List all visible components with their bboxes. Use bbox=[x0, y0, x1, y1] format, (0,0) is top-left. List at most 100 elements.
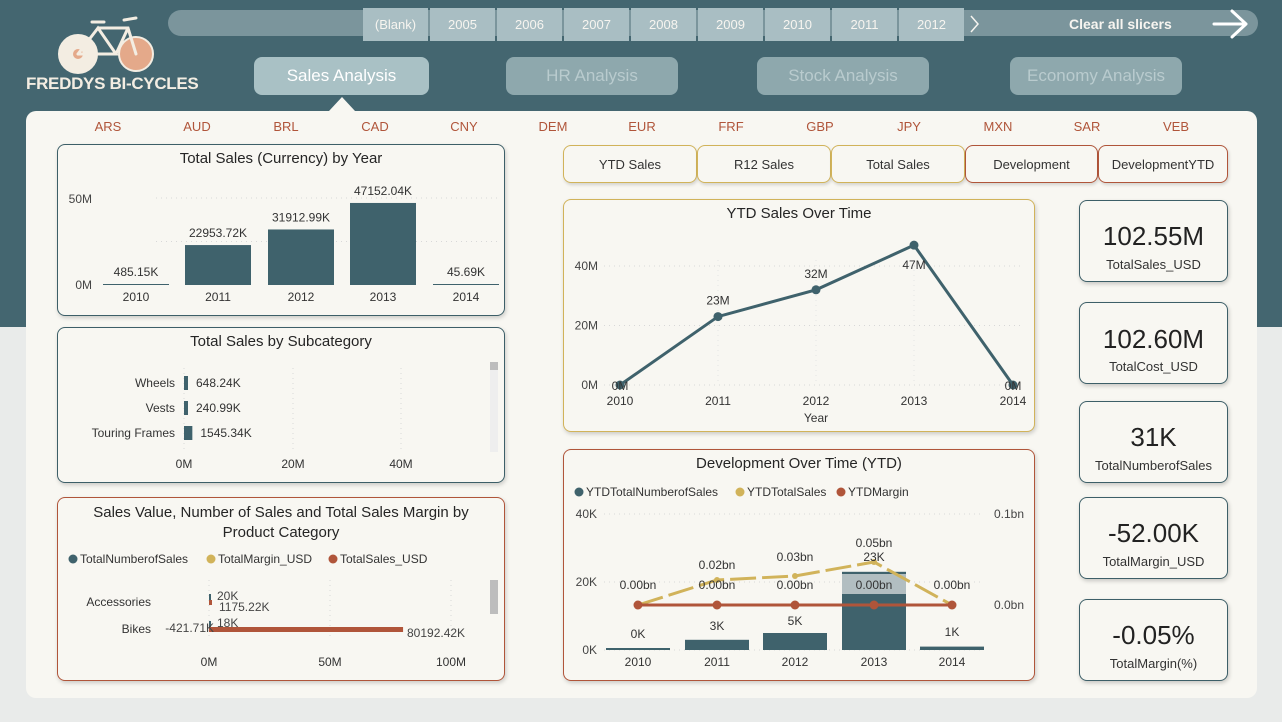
currency-ars[interactable]: ARS bbox=[88, 119, 128, 134]
kpi-label: TotalMargin_USD bbox=[1102, 554, 1205, 569]
bicycle-icon bbox=[58, 16, 154, 74]
legend-marker bbox=[574, 487, 584, 497]
category-label: Vests bbox=[146, 401, 175, 415]
scrollbar-thumb[interactable] bbox=[490, 362, 498, 370]
legend-marker bbox=[735, 487, 745, 497]
bar bbox=[920, 646, 984, 650]
currency-dem[interactable]: DEM bbox=[533, 119, 573, 134]
year-slicer-2010[interactable]: 2010 bbox=[765, 8, 830, 41]
kpi-value: -0.05% bbox=[1112, 620, 1195, 650]
scrollbar-track[interactable] bbox=[490, 362, 498, 452]
development-button[interactable]: Development bbox=[965, 145, 1098, 183]
tab-economy-analysis[interactable]: Economy Analysis bbox=[1010, 57, 1182, 95]
year-slicer-2006[interactable]: 2006 bbox=[497, 8, 562, 41]
x-tick-label: 20M bbox=[281, 457, 304, 471]
x-tick-label: 2013 bbox=[861, 655, 888, 669]
x-tick-label: 2013 bbox=[370, 290, 397, 304]
data-label: 1175.22K bbox=[219, 600, 270, 614]
data-label: 0.00bn bbox=[620, 578, 657, 592]
x-tick-label: 2012 bbox=[803, 394, 830, 408]
scrollbar-thumb[interactable] bbox=[490, 580, 498, 614]
legend-marker bbox=[328, 554, 338, 564]
ytd-sales-button[interactable]: YTD Sales bbox=[563, 145, 697, 183]
year-slicer-blank[interactable]: (Blank) bbox=[363, 8, 428, 41]
year-slicer-2009[interactable]: 2009 bbox=[698, 8, 763, 41]
data-label: 0.03bn bbox=[777, 550, 814, 564]
year-slicer-2007[interactable]: 2007 bbox=[564, 8, 629, 41]
bar bbox=[209, 600, 212, 605]
data-label: 240.99K bbox=[196, 401, 241, 415]
development-ytd-button[interactable]: DevelopmentYTD bbox=[1098, 145, 1228, 183]
tab-stock-analysis[interactable]: Stock Analysis bbox=[757, 57, 929, 95]
x-tick-label: 50M bbox=[318, 655, 341, 669]
kpi-label: TotalMargin(%) bbox=[1109, 656, 1198, 671]
data-label: 0.00bn bbox=[934, 578, 971, 592]
currency-frf[interactable]: FRF bbox=[711, 119, 751, 134]
x-tick-label: 2014 bbox=[1000, 394, 1027, 408]
x-tick-label: 2010 bbox=[607, 394, 634, 408]
data-label: 0.02bn bbox=[699, 558, 736, 572]
currency-veb[interactable]: VEB bbox=[1156, 119, 1196, 134]
r12-sales-button[interactable]: R12 Sales bbox=[697, 145, 831, 183]
bar bbox=[350, 202, 416, 285]
clear-all-slicers-button[interactable]: Clear all slicers bbox=[1069, 16, 1172, 32]
data-label: 80192.42K bbox=[407, 626, 465, 640]
y-tick-label: 0M bbox=[581, 378, 598, 392]
data-label: 31912.99K bbox=[272, 210, 330, 224]
tab-hr-analysis[interactable]: HR Analysis bbox=[506, 57, 678, 95]
legend-marker bbox=[68, 554, 78, 564]
kpi-value: 102.60M bbox=[1102, 324, 1205, 354]
x-tick-label: 2013 bbox=[901, 394, 928, 408]
data-label: 0M bbox=[612, 379, 629, 393]
data-label: 3K bbox=[710, 619, 725, 633]
data-label: 0M bbox=[1005, 379, 1022, 393]
currency-sar[interactable]: SAR bbox=[1067, 119, 1107, 134]
data-label: 0.00bn bbox=[856, 578, 893, 592]
category-label: Wheels bbox=[135, 376, 175, 390]
x-tick-label: 2010 bbox=[625, 655, 652, 669]
x-tick-label: 0M bbox=[176, 457, 193, 471]
year-slicer-2008[interactable]: 2008 bbox=[631, 8, 696, 41]
tab-sales-analysis[interactable]: Sales Analysis bbox=[254, 57, 429, 95]
x-tick-label: 2011 bbox=[205, 290, 231, 304]
data-label: 485.15K bbox=[114, 265, 159, 279]
legend-label: YTDMargin bbox=[848, 485, 909, 499]
category-label: Bikes bbox=[122, 622, 151, 636]
category-label: Touring Frames bbox=[92, 426, 175, 440]
currency-brl[interactable]: BRL bbox=[266, 119, 306, 134]
total-sales-button[interactable]: Total Sales bbox=[831, 145, 965, 183]
bar bbox=[185, 245, 251, 285]
year-slicer-2011[interactable]: 2011 bbox=[832, 8, 897, 41]
bar bbox=[606, 648, 670, 650]
x-tick-label: 2011 bbox=[705, 394, 731, 408]
chevron-right-icon[interactable] bbox=[968, 14, 982, 34]
x-tick-label: 40M bbox=[389, 457, 412, 471]
currency-cad[interactable]: CAD bbox=[355, 119, 395, 134]
kpi-label: TotalCost_USD bbox=[1109, 359, 1198, 374]
y-tick-label: 0M bbox=[75, 278, 92, 292]
data-label: 47152.04K bbox=[354, 184, 412, 198]
currency-cny[interactable]: CNY bbox=[444, 119, 484, 134]
currency-mxn[interactable]: MXN bbox=[978, 119, 1018, 134]
year-slicer-2005[interactable]: 2005 bbox=[430, 8, 495, 41]
year-slicer-2012[interactable]: 2012 bbox=[899, 8, 964, 41]
data-label: 648.24K bbox=[196, 376, 241, 390]
data-label: 0.00bn bbox=[777, 578, 814, 592]
development-over-time-card: Development Over Time (YTD) YTDTotalNumb… bbox=[563, 449, 1035, 681]
y-tick-label: 40M bbox=[575, 259, 598, 273]
legend-marker bbox=[836, 487, 846, 497]
currency-eur[interactable]: EUR bbox=[622, 119, 662, 134]
currency-gbp[interactable]: GBP bbox=[800, 119, 840, 134]
arrow-right-icon[interactable] bbox=[1212, 8, 1252, 40]
category-label: Accessories bbox=[86, 595, 151, 609]
kpi-value: -52.00K bbox=[1107, 518, 1200, 548]
data-point bbox=[909, 240, 919, 250]
bar bbox=[184, 401, 188, 415]
data-point bbox=[713, 312, 723, 322]
currency-aud[interactable]: AUD bbox=[177, 119, 217, 134]
kpi-total-cost: 102.60M TotalCost_USD bbox=[1079, 302, 1228, 384]
currency-jpy[interactable]: JPY bbox=[889, 119, 929, 134]
sales-by-year-chart: 50M 0M 485.15K 2010 22953.72K 2011 31912.99K 20… bbox=[69, 184, 499, 304]
logo-text: FREDDYS BI-CYCLES bbox=[26, 74, 199, 93]
legend-label: TotalSales_USD bbox=[340, 552, 428, 566]
